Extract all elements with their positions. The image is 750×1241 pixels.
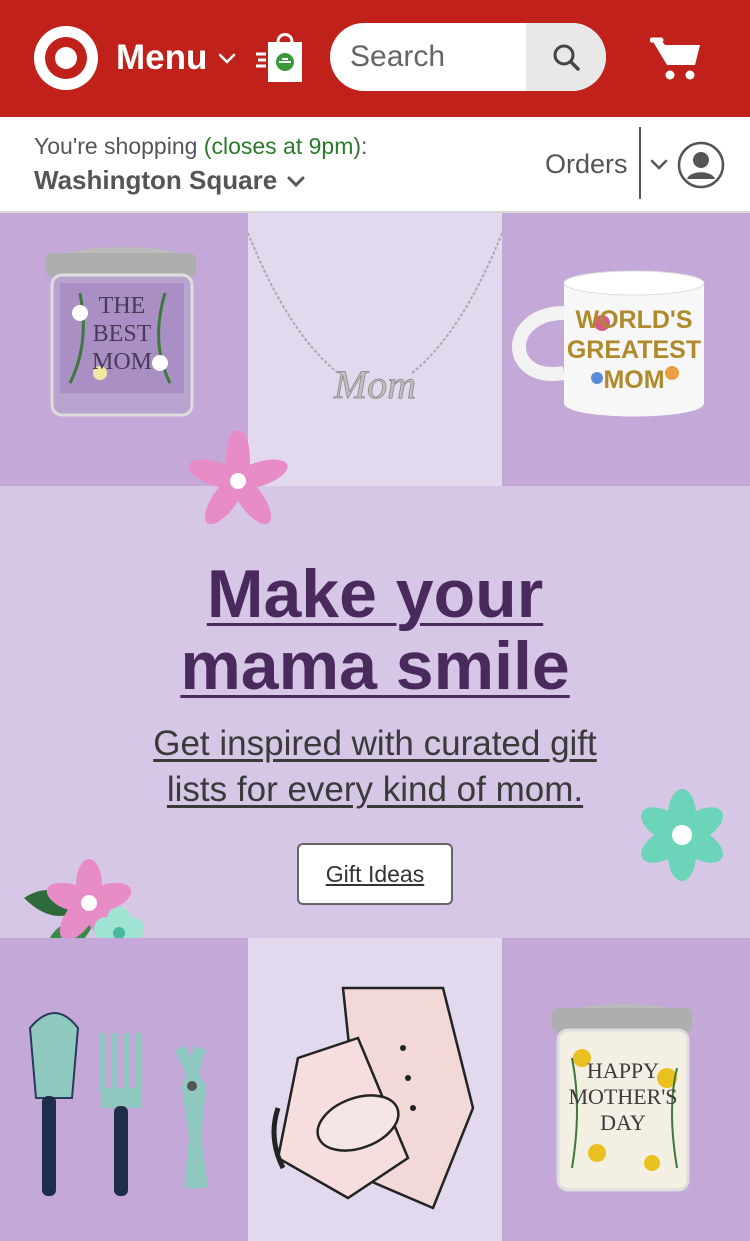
- candle-text-2: BEST: [93, 321, 152, 347]
- chevron-down-icon: [219, 53, 236, 64]
- target-logo-icon[interactable]: [34, 26, 98, 90]
- account-icon[interactable]: [677, 141, 725, 189]
- candle-happy-mothers-day-tile[interactable]: HAPPY MOTHER'S DAY: [502, 938, 750, 1241]
- menu-button[interactable]: Menu: [116, 34, 239, 82]
- mug-text-2: GREATEST: [567, 336, 701, 364]
- chevron-down-icon: [287, 176, 305, 187]
- candle-image: HAPPY MOTHER'S DAY: [552, 1004, 694, 1192]
- gift-ideas-button[interactable]: Gift Ideas: [297, 843, 453, 905]
- shopping-colon: :: [361, 133, 368, 159]
- candle-text-1: THE: [99, 293, 146, 319]
- mothers-day-hero[interactable]: THE BEST MOM Mom WORLD'S GREATEST MOM Ma…: [0, 213, 750, 1241]
- search-input[interactable]: [330, 23, 526, 91]
- candle-text-3: MOM: [92, 349, 152, 375]
- pink-flower-icon: [188, 431, 288, 525]
- hero-headline[interactable]: Make your mama smile: [0, 558, 750, 702]
- headline-line-2: mama smile: [180, 628, 570, 704]
- mug-image: WORLD'S GREATEST MOM: [512, 270, 705, 417]
- mug-tile[interactable]: WORLD'S GREATEST MOM: [502, 213, 750, 486]
- necklace-text: Mom: [333, 362, 416, 407]
- divider: [639, 127, 641, 199]
- hero-subtext[interactable]: Get inspired with curated gift lists for…: [95, 721, 655, 813]
- candle-text-3: DAY: [600, 1110, 646, 1135]
- pajamas-tile[interactable]: [248, 938, 502, 1241]
- candle-text-1: HAPPY: [587, 1058, 659, 1083]
- mug-text-3: MOM: [603, 366, 664, 394]
- garden-tools-image: [28, 1012, 208, 1196]
- cart-icon[interactable]: [650, 34, 702, 82]
- chevron-down-icon[interactable]: [648, 153, 670, 175]
- subtext-line-2: lists for every kind of mom.: [166, 770, 584, 809]
- mug-text-1: WORLD'S: [575, 306, 692, 334]
- drive-up-bag-icon[interactable]: [256, 30, 306, 84]
- store-bar: You're shopping (closes at 9pm): Washing…: [0, 117, 750, 213]
- headline-line-1: Make your: [206, 556, 544, 632]
- subtext-line-1: Get inspired with curated gift: [153, 724, 597, 763]
- search-icon: [553, 44, 580, 71]
- candle-text-2: MOTHER'S: [568, 1084, 677, 1109]
- menu-label: Menu: [116, 38, 208, 77]
- closing-time: (closes at 9pm): [203, 133, 362, 159]
- shopping-prefix: You're shopping: [34, 133, 198, 159]
- shopping-status: You're shopping (closes at 9pm):: [34, 133, 367, 160]
- pajamas-image: [271, 986, 475, 1210]
- search-bar: [330, 23, 606, 91]
- store-name: Washington Square: [34, 165, 278, 195]
- search-button[interactable]: [526, 23, 606, 91]
- store-selector[interactable]: Washington Square: [34, 165, 307, 196]
- orders-link[interactable]: Orders: [545, 149, 628, 180]
- garden-tools-tile[interactable]: [0, 938, 248, 1241]
- top-header: Menu: [0, 0, 750, 117]
